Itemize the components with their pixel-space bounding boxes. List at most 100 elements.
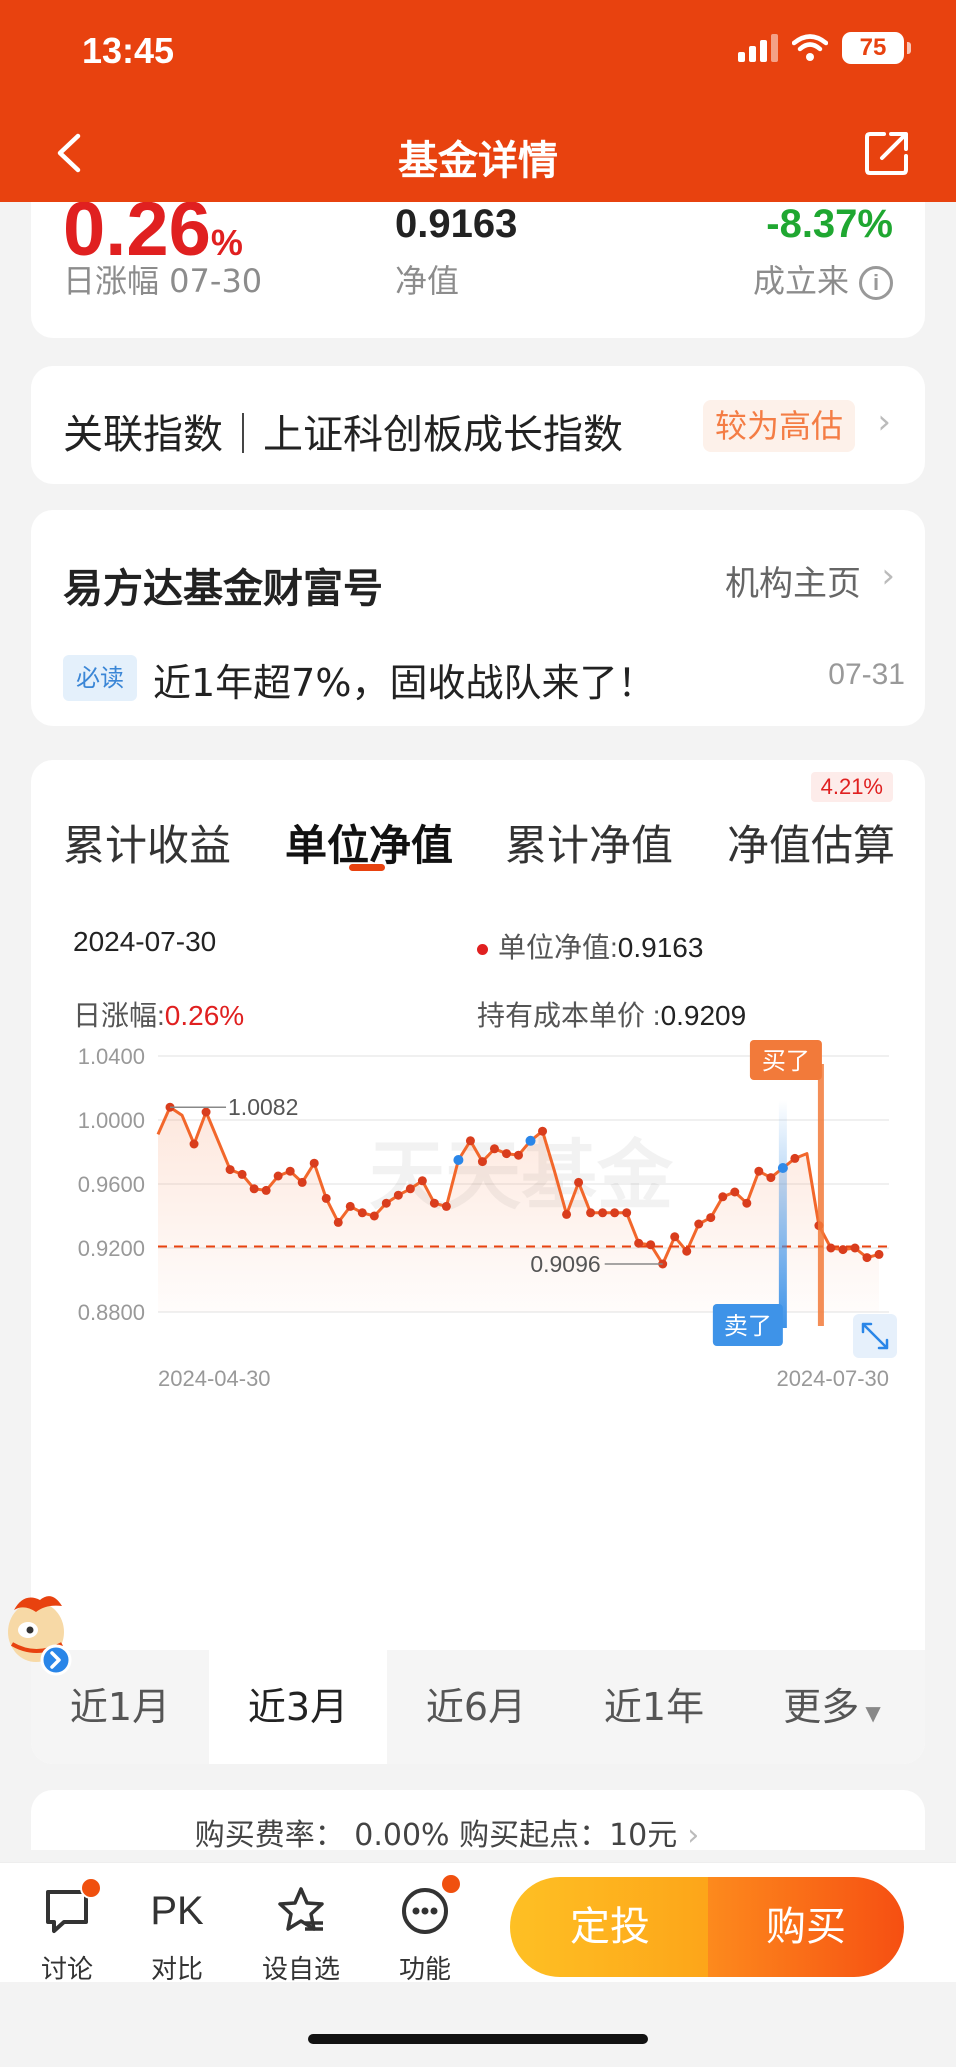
data-point bbox=[429, 1198, 439, 1208]
compare-button[interactable]: PK 对比 bbox=[132, 1883, 222, 1986]
notification-dot bbox=[80, 1877, 102, 1899]
data-point bbox=[381, 1198, 391, 1208]
data-point bbox=[333, 1217, 343, 1227]
data-point bbox=[249, 1184, 259, 1194]
chart-date: 2024-07-30 bbox=[73, 926, 217, 957]
since-inception-label[interactable]: 成立来 i bbox=[753, 256, 893, 302]
data-point bbox=[706, 1213, 716, 1223]
chevron-right-icon: › bbox=[687, 1818, 700, 1853]
valuation-badge: 较为高估 bbox=[702, 400, 855, 452]
discuss-button[interactable]: 讨论 bbox=[22, 1877, 112, 1986]
wealth-account-card: 易方达基金财富号 机构主页 › 必读 近1年超7%，固收战队来了！ 07-31 bbox=[31, 510, 925, 726]
data-point bbox=[357, 1208, 367, 1218]
chart-tabs: 累计收益 单位净值 累计净值 净值估算 bbox=[31, 802, 925, 882]
period-1y[interactable]: 近1年 bbox=[565, 1650, 743, 1764]
series-dot-icon bbox=[477, 944, 488, 956]
data-point bbox=[441, 1201, 451, 1211]
data-point bbox=[874, 1249, 884, 1259]
data-point bbox=[742, 1198, 752, 1208]
nav-line-chart[interactable]: 1.04001.00000.96000.92000.8800天天基金1.0082… bbox=[31, 1040, 925, 1400]
page-title: 基金详情 bbox=[398, 138, 558, 184]
data-point bbox=[790, 1153, 800, 1163]
y-tick-label: 1.0400 bbox=[78, 1044, 145, 1069]
estimate-badge: 4.21% bbox=[810, 772, 893, 802]
data-point bbox=[838, 1245, 848, 1255]
data-point bbox=[562, 1209, 572, 1219]
functions-button[interactable]: 功能 bbox=[380, 1873, 470, 1986]
nav-label: 净值 bbox=[395, 262, 460, 300]
mascot-icon[interactable] bbox=[6, 1590, 72, 1686]
data-point bbox=[417, 1176, 427, 1186]
related-index-card[interactable]: 关联指数｜上证科创板成长指数 较为高估 › bbox=[31, 366, 925, 484]
tab-nav-estimate[interactable]: 净值估算 bbox=[727, 812, 895, 873]
data-point bbox=[622, 1208, 632, 1218]
data-point bbox=[574, 1177, 584, 1187]
data-point bbox=[261, 1185, 271, 1195]
data-point bbox=[501, 1149, 511, 1159]
add-watchlist-button[interactable]: 设自选 bbox=[256, 1883, 346, 1986]
data-point bbox=[610, 1208, 620, 1218]
data-point bbox=[598, 1208, 608, 1218]
period-6m[interactable]: 近6月 bbox=[387, 1650, 565, 1764]
org-homepage-link[interactable]: 机构主页 bbox=[725, 556, 861, 605]
news-date: 07-31 bbox=[828, 658, 905, 691]
daily-rate-label: 日涨幅 07-30 bbox=[63, 262, 263, 300]
data-point bbox=[297, 1177, 307, 1187]
x-start-label: 2024-04-30 bbox=[158, 1366, 271, 1391]
sell-marker-label: 卖了 bbox=[724, 1312, 772, 1340]
tab-cumulative-return[interactable]: 累计收益 bbox=[63, 812, 231, 873]
nav-value: 0.9163 bbox=[395, 202, 518, 246]
info-icon[interactable]: i bbox=[859, 266, 893, 300]
home-indicator bbox=[308, 2034, 648, 2044]
chart-nav-info: 单位净值:0.9163 bbox=[477, 926, 703, 966]
nav-chart-card: 累计收益 单位净值 累计净值 净值估算 4.21% 2024-07-30 单位净… bbox=[31, 760, 925, 1764]
data-point bbox=[514, 1150, 523, 1160]
data-point bbox=[670, 1232, 680, 1242]
period-3m[interactable]: 近3月 bbox=[209, 1650, 387, 1764]
top-bar: 13:45 75 基金详情 bbox=[0, 0, 956, 202]
status-icons: 75 bbox=[738, 32, 911, 64]
data-point bbox=[634, 1238, 644, 1248]
data-point bbox=[862, 1253, 872, 1263]
data-point bbox=[586, 1208, 596, 1218]
data-point bbox=[538, 1126, 548, 1136]
data-point bbox=[309, 1158, 319, 1168]
chart-cost-info: 持有成本单价 :0.9209 bbox=[477, 1000, 747, 1031]
tab-cumulative-nav[interactable]: 累计净值 bbox=[505, 812, 673, 873]
data-point bbox=[718, 1192, 728, 1202]
trade-point bbox=[525, 1135, 536, 1146]
buy-marker-bar bbox=[817, 1064, 824, 1326]
fixed-invest-button[interactable]: 定投 bbox=[510, 1877, 710, 1977]
data-point bbox=[393, 1190, 403, 1200]
data-point bbox=[766, 1173, 776, 1183]
news-headline[interactable]: 近1年超7%，固收战队来了！ bbox=[153, 652, 655, 707]
wifi-icon bbox=[792, 34, 828, 61]
max-label: 1.0082 bbox=[228, 1094, 298, 1120]
data-point bbox=[465, 1136, 475, 1146]
notification-dot bbox=[440, 1873, 462, 1895]
caret-down-icon: ▼ bbox=[865, 1701, 881, 1725]
x-end-label: 2024-07-30 bbox=[776, 1366, 889, 1391]
min-label: 0.9096 bbox=[530, 1251, 600, 1277]
data-point bbox=[694, 1219, 704, 1229]
wealth-account-title: 易方达基金财富号 bbox=[63, 566, 383, 612]
y-tick-label: 0.8800 bbox=[78, 1300, 145, 1325]
buy-button[interactable]: 购买 bbox=[708, 1877, 904, 1977]
data-point bbox=[237, 1169, 247, 1179]
since-inception-rate: -8.37% bbox=[766, 202, 893, 246]
period-more[interactable]: 更多 ▼ bbox=[743, 1650, 921, 1764]
data-point bbox=[730, 1187, 740, 1197]
more-functions-icon bbox=[402, 1888, 448, 1934]
share-icon[interactable] bbox=[862, 128, 912, 178]
battery-icon: 75 bbox=[842, 32, 911, 64]
data-point bbox=[826, 1243, 836, 1253]
fee-info[interactable]: 购买费率： 0.00% 购买起点：10元 › bbox=[0, 1810, 894, 1854]
data-point bbox=[273, 1171, 283, 1181]
signal-icon bbox=[738, 34, 778, 62]
bottom-action-bar: 讨论 PK 对比 设自选 功能 定投 购买 bbox=[0, 1862, 956, 1985]
star-icon bbox=[278, 1887, 324, 1931]
data-point bbox=[201, 1107, 211, 1117]
data-point bbox=[345, 1201, 355, 1211]
data-point bbox=[682, 1246, 692, 1256]
trade-point bbox=[453, 1155, 464, 1165]
